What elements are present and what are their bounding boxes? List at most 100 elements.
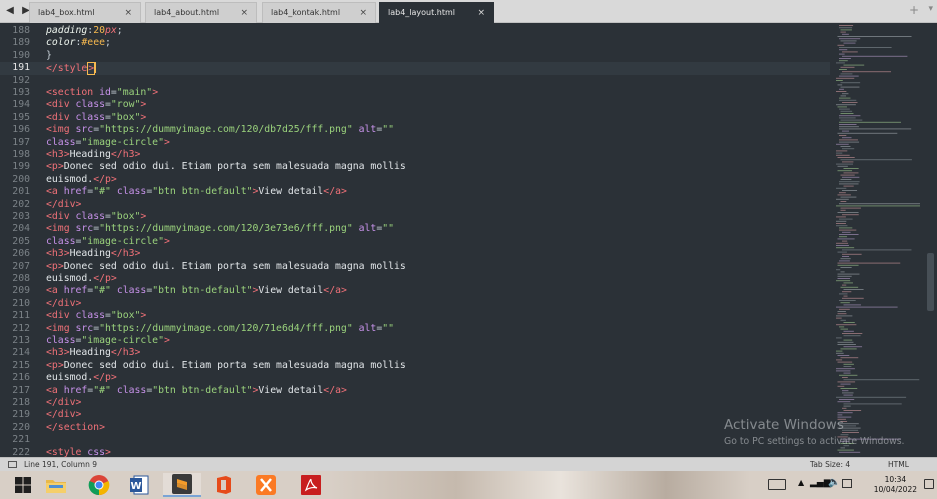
code-line[interactable]: 205 class="image-circle"> xyxy=(0,236,830,248)
code-line[interactable]: 200 euismod.</p> xyxy=(0,174,830,186)
minimap-line xyxy=(837,401,851,403)
minimap-line xyxy=(842,176,860,178)
code-line[interactable]: 209 <a href="#" class="btn btn-default">V… xyxy=(0,285,830,297)
code-token: View detail xyxy=(258,285,324,297)
code-line[interactable]: 191 </style> xyxy=(0,62,830,76)
code-token: "image-circle" xyxy=(81,335,164,346)
tab-label: lab4_about.html xyxy=(154,8,220,17)
code-token: section xyxy=(57,421,100,433)
code-token: > xyxy=(152,87,159,98)
line-number: 205 xyxy=(12,235,30,247)
keyboard-icon[interactable] xyxy=(768,479,786,490)
clock[interactable]: 10:34 10/04/2022 xyxy=(874,475,917,495)
code-text: <div class="row"> xyxy=(46,99,146,111)
minimap-line xyxy=(836,80,843,81)
code-line[interactable]: 217 <a href="#" class="btn btn-default">V… xyxy=(0,385,830,397)
code-line[interactable]: 216 euismod.</p> xyxy=(0,372,830,384)
line-number: 217 xyxy=(12,384,30,396)
code-line[interactable]: 222 <style css> xyxy=(0,447,830,457)
minimap-line xyxy=(837,278,851,279)
code-line[interactable]: 206 <h3>Heading</h3> xyxy=(0,248,830,260)
code-line[interactable]: 210 </div> xyxy=(0,298,830,310)
code-token: > xyxy=(163,335,170,346)
minimap-line xyxy=(842,256,850,257)
tab-lab4-kontak[interactable]: lab4_kontak.html × xyxy=(262,2,376,23)
chevron-up-icon[interactable]: ▲ xyxy=(798,478,804,487)
tab-menu-icon[interactable]: ▾ xyxy=(928,4,933,14)
code-token: div xyxy=(57,409,76,421)
code-line[interactable]: 219 </div> xyxy=(0,409,830,421)
file-explorer-icon[interactable] xyxy=(37,473,75,497)
code-line[interactable]: 199 <p>Donec sed odio dui. Etiam porta se… xyxy=(0,161,830,173)
code-token: </ xyxy=(110,248,123,260)
tab-lab4-box[interactable]: lab4_box.html × xyxy=(29,2,141,23)
vertical-scrollbar[interactable] xyxy=(927,253,934,311)
tab-size-selector[interactable]: Tab Size: 4 xyxy=(810,458,850,471)
code-line[interactable]: 202 </div> xyxy=(0,199,830,211)
office-icon[interactable] xyxy=(205,473,243,497)
code-line[interactable]: 203 <div class="box"> xyxy=(0,211,830,223)
network-icon[interactable] xyxy=(842,479,852,488)
code-line[interactable]: 215 <p>Donec sed odio dui. Etiam porta se… xyxy=(0,360,830,372)
code-token: "" xyxy=(382,124,395,136)
new-tab-icon[interactable]: + xyxy=(909,3,919,17)
minimap-line xyxy=(836,150,848,152)
minimap-line xyxy=(837,106,847,108)
xampp-icon[interactable] xyxy=(247,473,285,497)
panel-toggle-icon[interactable] xyxy=(8,461,17,468)
tab-lab4-about[interactable]: lab4_about.html × xyxy=(145,2,257,23)
minimap-line xyxy=(839,218,853,220)
code-line[interactable]: 204 <img src="https://dummyimage.com/120/… xyxy=(0,223,830,235)
code-line[interactable]: 208 euismod.</p> xyxy=(0,273,830,285)
clock-date: 10/04/2022 xyxy=(873,485,917,494)
code-line[interactable]: 193 <section id="main"> xyxy=(0,87,830,99)
minimap-line xyxy=(839,117,856,119)
code-line[interactable]: 197 class="image-circle"> xyxy=(0,137,830,149)
code-line[interactable]: 201 <a href="#" class="btn btn-default">V… xyxy=(0,186,830,198)
code-line[interactable]: 220 </section> xyxy=(0,422,830,434)
code-token: > xyxy=(110,173,117,185)
code-line[interactable]: 196 <img src="https://dummyimage.com/120/… xyxy=(0,124,830,136)
close-icon[interactable]: × xyxy=(359,3,367,23)
code-line[interactable]: 188 padding:20px; xyxy=(0,25,830,37)
minimap-line xyxy=(836,152,843,154)
code-line[interactable]: 189 color:#eee; xyxy=(0,37,830,49)
minimap[interactable] xyxy=(832,23,922,457)
code-line[interactable]: 192 xyxy=(0,75,830,87)
minimap-line xyxy=(839,399,855,400)
close-icon[interactable]: × xyxy=(240,3,248,23)
code-line[interactable]: 195 <div class="box"> xyxy=(0,112,830,124)
notifications-icon[interactable] xyxy=(924,479,934,489)
minimap-line xyxy=(843,339,853,341)
line-number: 208 xyxy=(12,273,30,284)
code-line[interactable]: 214 <h3>Heading</h3> xyxy=(0,347,830,359)
code-token: "#" xyxy=(93,186,111,198)
code-token: } xyxy=(46,49,52,61)
code-line[interactable]: 218 </div> xyxy=(0,397,830,409)
volume-icon[interactable]: 🔈 xyxy=(828,477,840,488)
close-icon[interactable]: × xyxy=(477,3,485,23)
minimap-line xyxy=(840,95,847,97)
code-line[interactable]: 221 xyxy=(0,434,830,446)
code-line[interactable]: 190} xyxy=(0,50,830,62)
chrome-icon[interactable] xyxy=(80,473,118,497)
code-line[interactable]: 212 <img src="https://dummyimage.com/120/… xyxy=(0,323,830,335)
code-line[interactable]: 213 class="image-circle"> xyxy=(0,335,830,347)
minimap-line xyxy=(842,253,862,255)
word-icon[interactable]: W xyxy=(120,473,158,497)
tab-back-icon[interactable]: ◀ xyxy=(4,4,16,18)
syntax-selector[interactable]: HTML xyxy=(888,458,909,471)
tab-lab4-layout[interactable]: lab4_layout.html × xyxy=(379,2,494,23)
code-line[interactable]: 211 <div class="box"> xyxy=(0,310,830,322)
minimap-line xyxy=(839,38,861,40)
sublime-text-icon[interactable] xyxy=(163,473,201,497)
minimap-line xyxy=(840,66,855,68)
close-icon[interactable]: × xyxy=(124,3,132,23)
acrobat-icon[interactable] xyxy=(292,473,330,497)
code-line[interactable]: 194 <div class="row"> xyxy=(0,99,830,111)
code-line[interactable]: 207 <p>Donec sed odio dui. Etiam porta se… xyxy=(0,261,830,273)
code-editor[interactable]: 188 padding:20px; 189 color:#eee; 190} 191 </s… xyxy=(0,23,937,457)
minimap-line xyxy=(840,73,853,75)
code-line[interactable]: 198 <h3>Heading</h3> xyxy=(0,149,830,161)
minimap-line xyxy=(840,201,847,202)
